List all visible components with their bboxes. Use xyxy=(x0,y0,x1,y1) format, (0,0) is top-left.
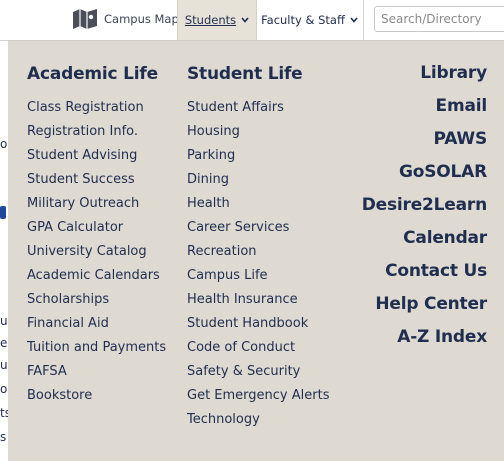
chevron-down-icon xyxy=(350,17,358,23)
menu-link-safety-security[interactable]: Safety & Security xyxy=(187,364,329,388)
quick-link-help-center[interactable]: Help Center xyxy=(362,292,487,325)
menu-link-fafsa[interactable]: FAFSA xyxy=(27,364,166,388)
campus-map-link[interactable]: Campus Map xyxy=(72,6,179,32)
campus-map-label: Campus Map xyxy=(104,12,179,26)
academic-life-list: Class Registration Registration Info. St… xyxy=(27,100,166,412)
menu-link-parking[interactable]: Parking xyxy=(187,148,329,172)
menu-link-student-affairs[interactable]: Student Affairs xyxy=(187,100,329,124)
nav-faculty-staff[interactable]: Faculty & Staff xyxy=(256,0,364,40)
menu-link-bookstore[interactable]: Bookstore xyxy=(27,388,166,412)
menu-link-career-services[interactable]: Career Services xyxy=(187,220,329,244)
quick-link-calendar[interactable]: Calendar xyxy=(362,226,487,259)
menu-link-dining[interactable]: Dining xyxy=(187,172,329,196)
menu-link-student-handbook[interactable]: Student Handbook xyxy=(187,316,329,340)
menu-link-recreation[interactable]: Recreation xyxy=(187,244,329,268)
background-text-fragment: or xyxy=(0,382,8,396)
background-text-fragment: u xyxy=(0,358,8,372)
quick-link-contact-us[interactable]: Contact Us xyxy=(362,259,487,292)
quick-link-a-z-index[interactable]: A-Z Index xyxy=(362,325,487,358)
menu-link-academic-calendars[interactable]: Academic Calendars xyxy=(27,268,166,292)
menu-link-technology[interactable]: Technology xyxy=(187,412,329,436)
menu-link-gpa-calculator[interactable]: GPA Calculator xyxy=(27,220,166,244)
student-life-heading: Student Life xyxy=(187,64,303,84)
background-text-fragment: ts xyxy=(0,406,8,420)
chevron-down-icon xyxy=(241,17,249,23)
quick-link-library[interactable]: Library xyxy=(362,61,487,94)
menu-link-student-advising[interactable]: Student Advising xyxy=(27,148,166,172)
nav-faculty-label: Faculty & Staff xyxy=(261,13,345,27)
nav-students[interactable]: Students xyxy=(177,0,257,40)
menu-link-class-registration[interactable]: Class Registration xyxy=(27,100,166,124)
background-logo-fragment xyxy=(0,203,8,221)
quick-links-list: Library Email PAWS GoSOLAR Desire2Learn … xyxy=(362,61,487,358)
quick-link-email[interactable]: Email xyxy=(362,94,488,127)
menu-link-code-of-conduct[interactable]: Code of Conduct xyxy=(187,340,329,364)
students-mega-menu: Academic Life Class Registration Registr… xyxy=(8,41,504,461)
quick-link-gosolar[interactable]: GoSOLAR xyxy=(362,160,487,193)
menu-link-campus-life[interactable]: Campus Life xyxy=(187,268,329,292)
quick-link-desire2learn[interactable]: Desire2Learn xyxy=(362,193,487,226)
menu-link-student-success[interactable]: Student Success xyxy=(27,172,166,196)
top-navigation-bar: Campus Map Students Faculty & Staff xyxy=(0,0,504,41)
quick-link-paws[interactable]: PAWS xyxy=(362,127,488,160)
menu-link-university-catalog[interactable]: University Catalog xyxy=(27,244,166,268)
nav-students-label: Students xyxy=(184,13,237,27)
menu-link-military-outreach[interactable]: Military Outreach xyxy=(27,196,166,220)
background-text-fragment: u xyxy=(0,314,8,328)
menu-link-registration-info[interactable]: Registration Info. xyxy=(27,124,166,148)
menu-link-tuition-payments[interactable]: Tuition and Payments xyxy=(27,340,166,364)
menu-link-health[interactable]: Health xyxy=(187,196,329,220)
student-life-list: Student Affairs Housing Parking Dining H… xyxy=(187,100,329,436)
academic-life-heading: Academic Life xyxy=(27,64,158,84)
background-text-fragment: s xyxy=(0,430,7,444)
menu-link-emergency-alerts[interactable]: Get Emergency Alerts xyxy=(187,388,329,412)
map-icon xyxy=(73,9,97,29)
background-text-fragment: e xyxy=(0,336,8,350)
menu-link-housing[interactable]: Housing xyxy=(187,124,329,148)
search-directory-input[interactable] xyxy=(374,6,504,32)
background-text-fragment: o xyxy=(0,137,8,151)
menu-link-scholarships[interactable]: Scholarships xyxy=(27,292,166,316)
menu-link-health-insurance[interactable]: Health Insurance xyxy=(187,292,329,316)
menu-link-financial-aid[interactable]: Financial Aid xyxy=(27,316,166,340)
